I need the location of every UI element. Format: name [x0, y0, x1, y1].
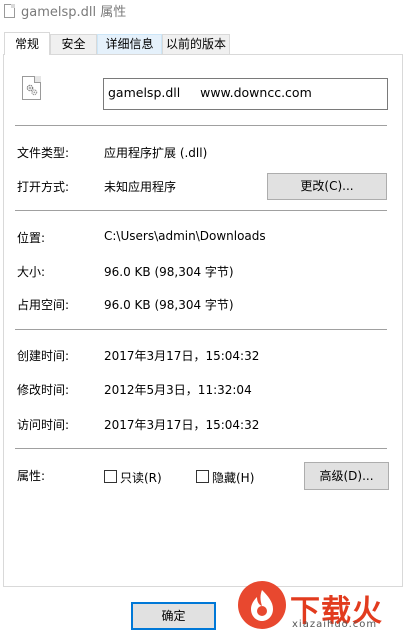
modified-value: 2012年5月3日，11:32:04 [104, 383, 252, 397]
tab-security[interactable]: 安全 [50, 34, 97, 55]
file-type-value: 应用程序扩展 (.dll) [104, 146, 208, 160]
accessed-value: 2017年3月17日，15:04:32 [104, 418, 260, 432]
flame-icon [251, 590, 273, 621]
divider [15, 210, 387, 211]
advanced-button[interactable]: 高级(D)... [304, 462, 389, 490]
divider [15, 448, 387, 449]
size-label: 大小: [17, 265, 46, 279]
attributes-label: 属性: [17, 469, 46, 483]
title-bar: gamelsp.dll 属性 [0, 0, 406, 22]
size-value: 96.0 KB (98,304 字节) [104, 265, 234, 279]
file-type-label: 文件类型: [17, 146, 70, 160]
readonly-checkbox[interactable] [104, 470, 117, 483]
modified-label: 修改时间: [17, 383, 70, 397]
created-value: 2017年3月17日，15:04:32 [104, 349, 260, 363]
file-icon [4, 4, 15, 18]
hidden-label[interactable]: 隐藏(H) [212, 469, 254, 486]
divider [15, 125, 387, 126]
general-panel [3, 54, 403, 587]
tab-general[interactable]: 常规 [4, 32, 50, 55]
tab-details[interactable]: 详细信息 [97, 34, 162, 55]
tab-previous-versions[interactable]: 以前的版本 [162, 34, 230, 55]
hidden-checkbox[interactable] [196, 470, 209, 483]
tab-strip: 常规 安全 详细信息 以前的版本 [4, 32, 230, 55]
readonly-label[interactable]: 只读(R) [120, 469, 162, 486]
size-on-disk-label: 占用空间: [17, 298, 70, 312]
gear-icon [26, 84, 38, 96]
open-with-value: 未知应用程序 [104, 180, 177, 194]
dll-file-icon [22, 76, 41, 100]
filename-field[interactable]: gamelsp.dll www.downcc.com [103, 78, 388, 110]
size-on-disk-value: 96.0 KB (98,304 字节) [104, 298, 234, 312]
window-title: gamelsp.dll 属性 [21, 5, 127, 20]
open-with-label: 打开方式: [17, 180, 70, 194]
change-button[interactable]: 更改(C)... [267, 173, 387, 200]
created-label: 创建时间: [17, 349, 70, 363]
divider [15, 329, 387, 330]
location-label: 位置: [17, 231, 46, 245]
watermark-domain: xiazaihuo.com [292, 619, 378, 630]
xiazaihuo-logo [238, 581, 286, 629]
ok-button[interactable]: 确定 [131, 602, 216, 630]
accessed-label: 访问时间: [17, 418, 70, 432]
location-value: C:\Users\admin\Downloads [104, 229, 266, 243]
